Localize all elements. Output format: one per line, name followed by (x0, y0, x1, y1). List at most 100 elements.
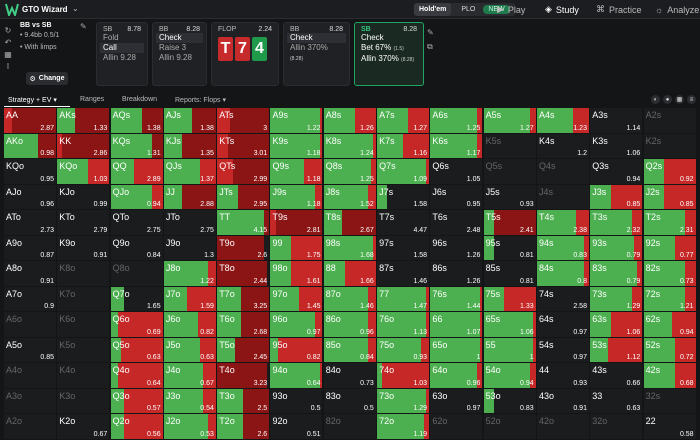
hand-cell[interactable]: J8o 1.22 (163, 261, 217, 287)
hand-cell[interactable]: J6o 0.82 (163, 312, 217, 338)
hand-cell[interactable]: T6o 2.68 (217, 312, 271, 338)
hand-cell[interactable]: J7s 1.58 (377, 184, 431, 210)
hand-cell[interactable]: 98s 1.68 (323, 235, 377, 261)
hand-cell[interactable]: A6o (4, 312, 57, 338)
hand-cell[interactable]: 96o 0.97 (270, 312, 324, 338)
hand-cell[interactable]: K3s 1.06 (590, 133, 644, 159)
hand-cell[interactable]: J3o 0.54 (163, 388, 217, 414)
hand-cell[interactable]: AKs 1.33 (57, 108, 111, 134)
action-check[interactable]: Check (361, 33, 417, 43)
hand-cell[interactable]: Q4o 0.64 (110, 363, 164, 389)
action-card-sb[interactable]: SB 8.78 Fold Call Allin 9.28 (96, 22, 148, 86)
hand-cell[interactable]: T7o 3.25 (217, 286, 271, 312)
hand-cell[interactable]: K2s (643, 133, 697, 159)
hand-cell[interactable]: 32s (643, 388, 697, 414)
hand-cell[interactable]: 73s 1.29 (590, 286, 644, 312)
hand-cell[interactable]: Q3s 0.94 (590, 159, 644, 185)
hand-cell[interactable]: 55 1 (483, 337, 537, 363)
app-menu-chevron-icon[interactable]: ⌄ (72, 4, 79, 13)
hand-cell[interactable]: K6s 1.17 (430, 133, 484, 159)
hand-cell[interactable]: T4o 3.23 (217, 363, 271, 389)
hand-cell[interactable]: KQo 1.03 (57, 159, 111, 185)
hand-cell[interactable]: 52s 0.72 (643, 337, 697, 363)
hand-cell[interactable]: 63s 1.06 (590, 312, 644, 338)
hand-cell[interactable]: 94o 0.64 (270, 363, 324, 389)
hand-cell[interactable]: J9o 1.3 (163, 235, 217, 261)
hand-cell[interactable]: Q8o (110, 261, 164, 287)
hand-cell[interactable]: 97o 1.45 (270, 286, 324, 312)
hand-cell[interactable]: 92s 0.77 (643, 235, 697, 261)
action-bet[interactable]: Bet 67% (1.5) (361, 43, 417, 54)
hand-cell[interactable]: KTo 2.79 (57, 210, 111, 236)
tab-ranges[interactable]: Ranges (80, 96, 104, 103)
hand-cell[interactable]: KJo 0.99 (57, 184, 111, 210)
action-card-sb-flop[interactable]: SB 8.28 Check Bet 67% (1.5) Allin 370% (8… (354, 22, 424, 86)
hand-cell[interactable]: KQo 0.95 (4, 159, 57, 185)
hand-cell[interactable]: 65s 1.06 (483, 312, 537, 338)
hand-cell[interactable]: 77 1.47 (377, 286, 431, 312)
hand-cell[interactable]: A6s 1.25 (430, 108, 484, 134)
action-fold[interactable]: Fold (103, 33, 141, 43)
action-check[interactable]: Check (156, 33, 203, 43)
hand-cell[interactable]: 32o (590, 414, 644, 440)
hand-cell[interactable]: Q7o 1.65 (110, 286, 164, 312)
view-more-icon[interactable]: ≡ (687, 95, 696, 104)
hand-cell[interactable]: 75s 1.33 (483, 286, 537, 312)
nav-study[interactable]: ◈ Study (545, 2, 579, 17)
hand-cell[interactable]: 53o 0.83 (483, 388, 537, 414)
action-call[interactable]: Call (100, 43, 144, 53)
tab-reports[interactable]: Reports: Flops ▾ (175, 96, 226, 104)
hand-cell[interactable]: J2o 0.53 (163, 414, 217, 440)
nav-practice[interactable]: ⌘ Practice (596, 2, 642, 17)
hand-cell[interactable]: 92o 0.51 (270, 414, 324, 440)
hand-cell[interactable]: K5o (57, 337, 111, 363)
edit-pencil-icon[interactable]: ✎ (427, 26, 434, 40)
hand-cell[interactable]: 53s 1.12 (590, 337, 644, 363)
hand-cell[interactable]: T6s 2.48 (430, 210, 484, 236)
hand-cell[interactable]: J5o 0.63 (163, 337, 217, 363)
change-button[interactable]: ⚙ Change (26, 72, 68, 85)
copy-icon[interactable]: ⧉ (427, 40, 434, 54)
hand-cell[interactable]: K8o (57, 261, 111, 287)
hand-cell[interactable]: A8o 0.91 (4, 261, 57, 287)
hand-cell[interactable]: Q5o 0.63 (110, 337, 164, 363)
hand-cell[interactable]: 66 1.07 (430, 312, 484, 338)
hand-cell[interactable]: K7o (57, 286, 111, 312)
cursor-icon[interactable]: I (3, 62, 13, 74)
hand-cell[interactable]: 43s 0.66 (590, 363, 644, 389)
hand-cell[interactable]: 88 1.66 (323, 261, 377, 287)
hand-cell[interactable]: 22 0.58 (643, 414, 697, 440)
hand-cell[interactable]: 63o 0.97 (430, 388, 484, 414)
hand-cell[interactable]: KQs 1.31 (110, 133, 164, 159)
hand-cell[interactable]: 86s 1.26 (430, 261, 484, 287)
hand-cell[interactable]: 33 0.63 (590, 388, 644, 414)
hand-cell[interactable]: 52o (483, 414, 537, 440)
refresh-icon[interactable]: ↻ (3, 26, 13, 38)
hand-cell[interactable]: K3o (57, 388, 111, 414)
hand-cell[interactable]: JTo 2.75 (163, 210, 217, 236)
flop-card[interactable]: FLOP 2.24 T 7 4 (211, 22, 279, 86)
hand-cell[interactable]: T3o 2.5 (217, 388, 271, 414)
hand-cell[interactable]: 44 0.93 (536, 363, 590, 389)
hand-cell[interactable]: 87s 1.46 (377, 261, 431, 287)
hand-cell[interactable]: 82o (323, 414, 377, 440)
hand-cell[interactable]: JJ 2.88 (163, 184, 217, 210)
hand-cell[interactable]: J4o 0.67 (163, 363, 217, 389)
hand-cell[interactable]: K7s 1.16 (377, 133, 431, 159)
hand-cell[interactable]: Q4s (536, 159, 590, 185)
hand-cell[interactable]: T9o 2.6 (217, 235, 271, 261)
hand-cell[interactable]: 74o 1.03 (377, 363, 431, 389)
hand-cell[interactable]: 93o 0.5 (270, 388, 324, 414)
hand-cell[interactable]: 93s 0.79 (590, 235, 644, 261)
hand-cell[interactable]: 86o 0.96 (323, 312, 377, 338)
hand-cell[interactable]: K2o 0.67 (57, 414, 111, 440)
hand-cell[interactable]: 54o 0.94 (483, 363, 537, 389)
hand-cell[interactable]: ATs 3 (217, 108, 271, 134)
hand-cell[interactable]: K4s 1.2 (536, 133, 590, 159)
hand-cell[interactable]: 73o 1.29 (377, 388, 431, 414)
nav-analyze[interactable]: ☼ Analyze (655, 2, 699, 17)
hand-cell[interactable]: QQ 2.89 (110, 159, 164, 185)
hand-cell[interactable]: A7s 1.27 (377, 108, 431, 134)
hand-cell[interactable]: KK 2.86 (57, 133, 111, 159)
hand-cell[interactable]: AJs 1.38 (163, 108, 217, 134)
